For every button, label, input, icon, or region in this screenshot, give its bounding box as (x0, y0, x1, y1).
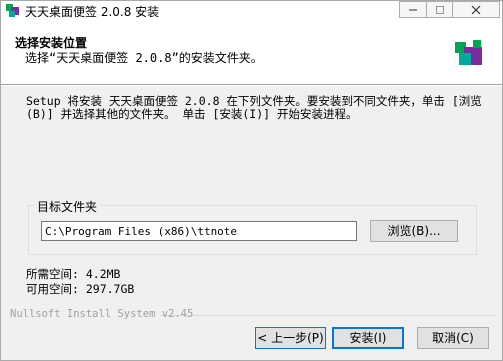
header-divider (1, 85, 502, 86)
back-button[interactable]: < 上一步(P) (255, 327, 326, 349)
browse-button[interactable]: 浏览(B)... (370, 220, 458, 242)
branding-divider (161, 315, 496, 316)
close-icon (471, 5, 481, 14)
minimize-button[interactable] (399, 1, 426, 18)
maximize-icon (435, 5, 444, 14)
space-required: 所需空间: 4.2MB (26, 267, 121, 281)
title-bar[interactable]: 天天桌面便签 2.0.8 安装 (1, 1, 502, 21)
destination-path-input[interactable] (41, 221, 357, 241)
product-logo-icon (455, 40, 485, 70)
page-subtitle: 选择“天天桌面便签 2.0.8”的安装文件夹。 (25, 51, 263, 65)
maximize-button[interactable] (426, 1, 452, 18)
installer-window: 天天桌面便签 2.0.8 安装 选择安装位置 选择“天天桌面便签 2.0.8”的… (0, 0, 503, 361)
window-title: 天天桌面便签 2.0.8 安装 (25, 5, 160, 19)
branding-text: Nullsoft Install System v2.45 (10, 308, 194, 320)
instructions-text: Setup 将安装 天天桌面便签 2.0.8 在下列文件夹。要安装到不同文件夹，… (26, 94, 482, 121)
close-button[interactable] (452, 1, 500, 18)
app-icon (6, 4, 20, 18)
install-button[interactable]: 安装(I) (332, 327, 404, 349)
minimize-icon (409, 9, 417, 10)
cancel-button[interactable]: 取消(C) (417, 327, 489, 349)
destination-folder-label: 目标文件夹 (34, 198, 101, 215)
space-available: 可用空间: 297.7GB (26, 282, 135, 296)
page-header: 选择安装位置 选择“天天桌面便签 2.0.8”的安装文件夹。 (1, 21, 502, 85)
